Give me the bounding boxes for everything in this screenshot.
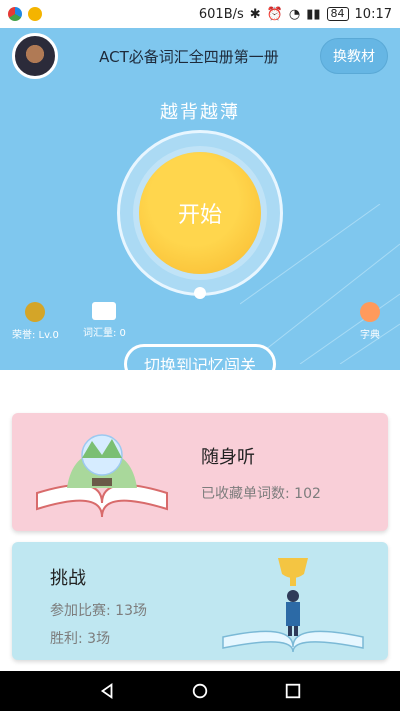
open-book-illustration xyxy=(36,434,168,517)
recent-apps-icon[interactable] xyxy=(284,682,302,700)
back-icon[interactable] xyxy=(98,682,116,700)
book-title: ACT必备词汇全四册第一册 xyxy=(99,47,279,66)
listen-title: 随身听 xyxy=(201,447,255,468)
trophy-illustration xyxy=(222,558,364,652)
dictionary-label: 字典 xyxy=(360,330,380,341)
start-label: 开始 xyxy=(177,203,222,228)
app-icon-2 xyxy=(28,7,42,21)
signal-icon: ▮▮ xyxy=(306,6,321,22)
change-textbook-button[interactable]: 换教材 xyxy=(320,38,388,74)
challenge-title: 挑战 xyxy=(50,568,86,589)
book-icon xyxy=(92,302,117,320)
vocab-stat[interactable]: 词汇量: 0 xyxy=(83,302,126,339)
alarm-icon: ⏰ xyxy=(266,6,283,22)
home-icon[interactable] xyxy=(191,682,209,700)
system-nav-bar xyxy=(0,671,400,711)
vocab-label: 词汇量: 0 xyxy=(83,328,126,339)
app-icon-1 xyxy=(8,7,22,21)
status-time: 10:17 xyxy=(354,6,392,22)
status-left xyxy=(8,7,42,21)
dictionary-button[interactable]: 字典 xyxy=(360,302,380,341)
switch-mode-button[interactable]: 切换到记忆闯关 xyxy=(124,344,276,370)
honor-stat[interactable]: 荣誉: Lv.0 xyxy=(12,302,59,341)
honor-medal-icon xyxy=(25,302,46,322)
search-icon xyxy=(360,302,380,322)
wifi-icon: ◔ xyxy=(288,6,301,22)
hero-slogan: 越背越薄 xyxy=(160,102,240,123)
status-bar: 601B/s ✱ ⏰ ◔ ▮▮ 84 10:17 xyxy=(0,0,400,28)
challenge-matches: 参加比赛: 13场 xyxy=(50,603,147,619)
challenge-wins: 胜利: 3场 xyxy=(50,631,111,647)
hero-section: 越背越薄 开始 荣誉: Lv.0 词汇量: 0 字典 切换到记忆闯关 xyxy=(0,84,400,370)
listen-card[interactable]: 随身听 已收藏单词数: 102 xyxy=(12,413,388,531)
bluetooth-icon: ✱ xyxy=(249,6,261,22)
app-header: ACT必备词汇全四册第一册 换教材 xyxy=(0,28,400,84)
progress-knob xyxy=(194,287,206,299)
network-speed: 601B/s xyxy=(198,6,244,22)
challenge-card[interactable]: 挑战 参加比赛: 13场 胜利: 3场 xyxy=(12,542,388,660)
listen-subtitle: 已收藏单词数: 102 xyxy=(201,486,321,502)
honor-label: 荣誉: Lv.0 xyxy=(12,330,59,341)
status-right: 601B/s ✱ ⏰ ◔ ▮▮ 84 10:17 xyxy=(199,7,392,22)
start-button[interactable]: 开始 xyxy=(139,152,261,274)
avatar[interactable] xyxy=(12,33,58,79)
battery-indicator: 84 xyxy=(326,7,349,21)
